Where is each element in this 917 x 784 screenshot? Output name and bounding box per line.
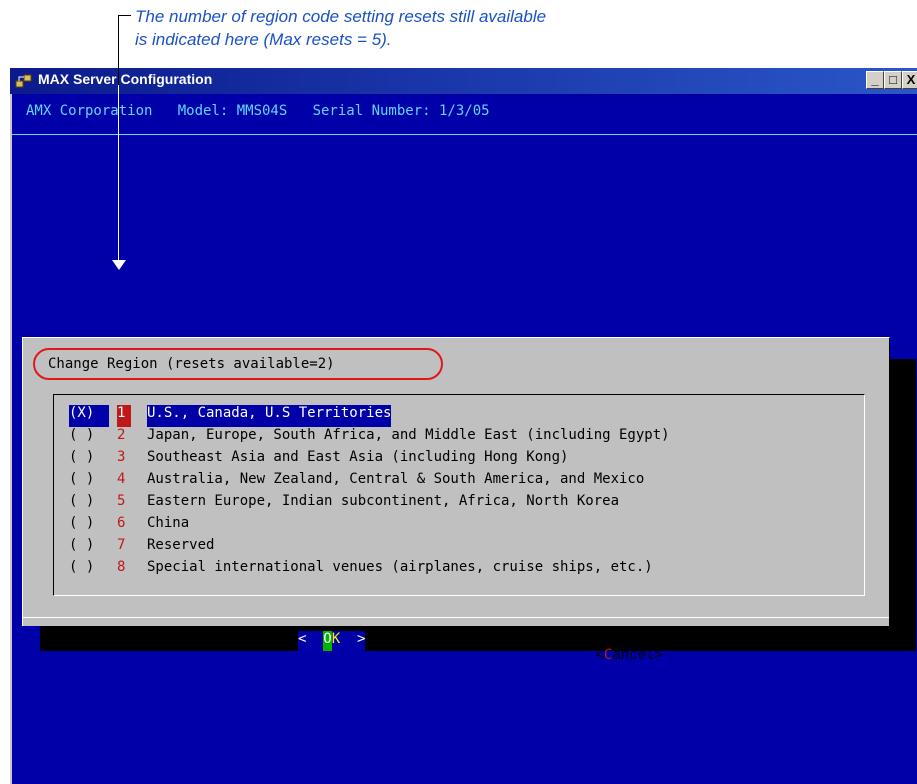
option-hotkey: 6 xyxy=(117,515,126,531)
option-hotkey: 7 xyxy=(117,537,126,553)
option-hotkey: 4 xyxy=(117,471,126,487)
radio[interactable]: ( ) xyxy=(69,427,117,449)
ok-hotkey: O xyxy=(323,631,332,651)
ok-bracket-right: > xyxy=(340,631,366,647)
device-header: AMX Corporation Model: MMS04S Serial Num… xyxy=(26,103,490,119)
cancel-label: ancel xyxy=(612,647,655,663)
callout-line-2: is indicated here (Max resets = 5). xyxy=(135,30,392,49)
region-list: (X) 1 U.S., Canada, U.S Territories ( ) … xyxy=(53,394,865,596)
region-option-6[interactable]: ( ) 6 China xyxy=(69,515,189,537)
minimize-button[interactable]: _ xyxy=(866,71,884,89)
region-option-7[interactable]: ( ) 7 Reserved xyxy=(69,537,214,559)
option-label: Special international venues (airplanes,… xyxy=(147,559,653,575)
network-app-icon xyxy=(15,74,32,88)
window-controls: _ □ X xyxy=(866,71,917,89)
radio[interactable]: ( ) xyxy=(69,515,117,537)
option-label: U.S., Canada, U.S Territories xyxy=(147,405,392,427)
callout-annotation: The number of region code setting resets… xyxy=(135,5,546,51)
callout-leader-top xyxy=(118,15,131,16)
title-bar[interactable]: MAX Server Configuration _ □ X xyxy=(10,68,917,94)
option-label: Southeast Asia and East Asia (including … xyxy=(147,449,569,465)
cancel-bracket-left: < xyxy=(595,647,604,663)
option-label: Australia, New Zealand, Central & South … xyxy=(147,471,645,487)
region-option-8[interactable]: ( ) 8 Special international venues (airp… xyxy=(69,559,653,581)
callout-leader-line-overlay xyxy=(118,85,119,263)
ok-label: K xyxy=(331,631,341,647)
option-label: Reserved xyxy=(147,537,215,553)
option-hotkey: 3 xyxy=(117,449,126,465)
radio-selected[interactable]: (X) xyxy=(69,405,109,427)
option-label: China xyxy=(147,515,190,531)
region-option-5[interactable]: ( ) 5 Eastern Europe, Indian subcontinen… xyxy=(69,493,619,515)
ok-bracket-left: < xyxy=(298,631,324,647)
radio[interactable]: ( ) xyxy=(69,537,117,559)
close-button[interactable]: X xyxy=(902,71,917,89)
region-option-1[interactable]: (X) 1 U.S., Canada, U.S Territories xyxy=(69,405,392,427)
radio[interactable]: ( ) xyxy=(69,471,117,493)
window-title: MAX Server Configuration xyxy=(38,71,213,87)
maximize-button[interactable]: □ xyxy=(884,71,902,89)
radio[interactable]: ( ) xyxy=(69,493,117,515)
option-label: Eastern Europe, Indian subcontinent, Afr… xyxy=(147,493,620,509)
option-hotkey: 5 xyxy=(117,493,126,509)
callout-line-1: The number of region code setting resets… xyxy=(135,7,547,26)
callout-arrowhead xyxy=(112,260,126,270)
region-option-2[interactable]: ( ) 2 Japan, Europe, South Africa, and M… xyxy=(69,427,670,449)
cancel-bracket-right: > xyxy=(654,647,663,663)
dialog-title: Change Region (resets available=2) xyxy=(48,356,335,372)
change-region-dialog: Change Region (resets available=2) (X) 1… xyxy=(22,337,890,663)
cancel-button[interactable]: <Cancel> xyxy=(528,631,663,679)
terminal-window: MAX Server Configuration _ □ X AMX Corpo… xyxy=(10,68,917,784)
button-divider xyxy=(23,617,889,618)
radio[interactable]: ( ) xyxy=(69,559,117,581)
ok-button[interactable]: < OK > xyxy=(298,631,366,651)
radio[interactable]: ( ) xyxy=(69,449,117,471)
option-hotkey: 1 xyxy=(117,405,131,427)
terminal-screen: AMX Corporation Model: MMS04S Serial Num… xyxy=(12,94,917,784)
region-option-4[interactable]: ( ) 4 Australia, New Zealand, Central & … xyxy=(69,471,644,493)
option-hotkey: 2 xyxy=(117,427,126,443)
option-label: Japan, Europe, South Africa, and Middle … xyxy=(147,427,670,443)
option-hotkey: 8 xyxy=(117,559,126,575)
header-divider xyxy=(12,134,917,135)
region-option-3[interactable]: ( ) 3 Southeast Asia and East Asia (incl… xyxy=(69,449,568,471)
